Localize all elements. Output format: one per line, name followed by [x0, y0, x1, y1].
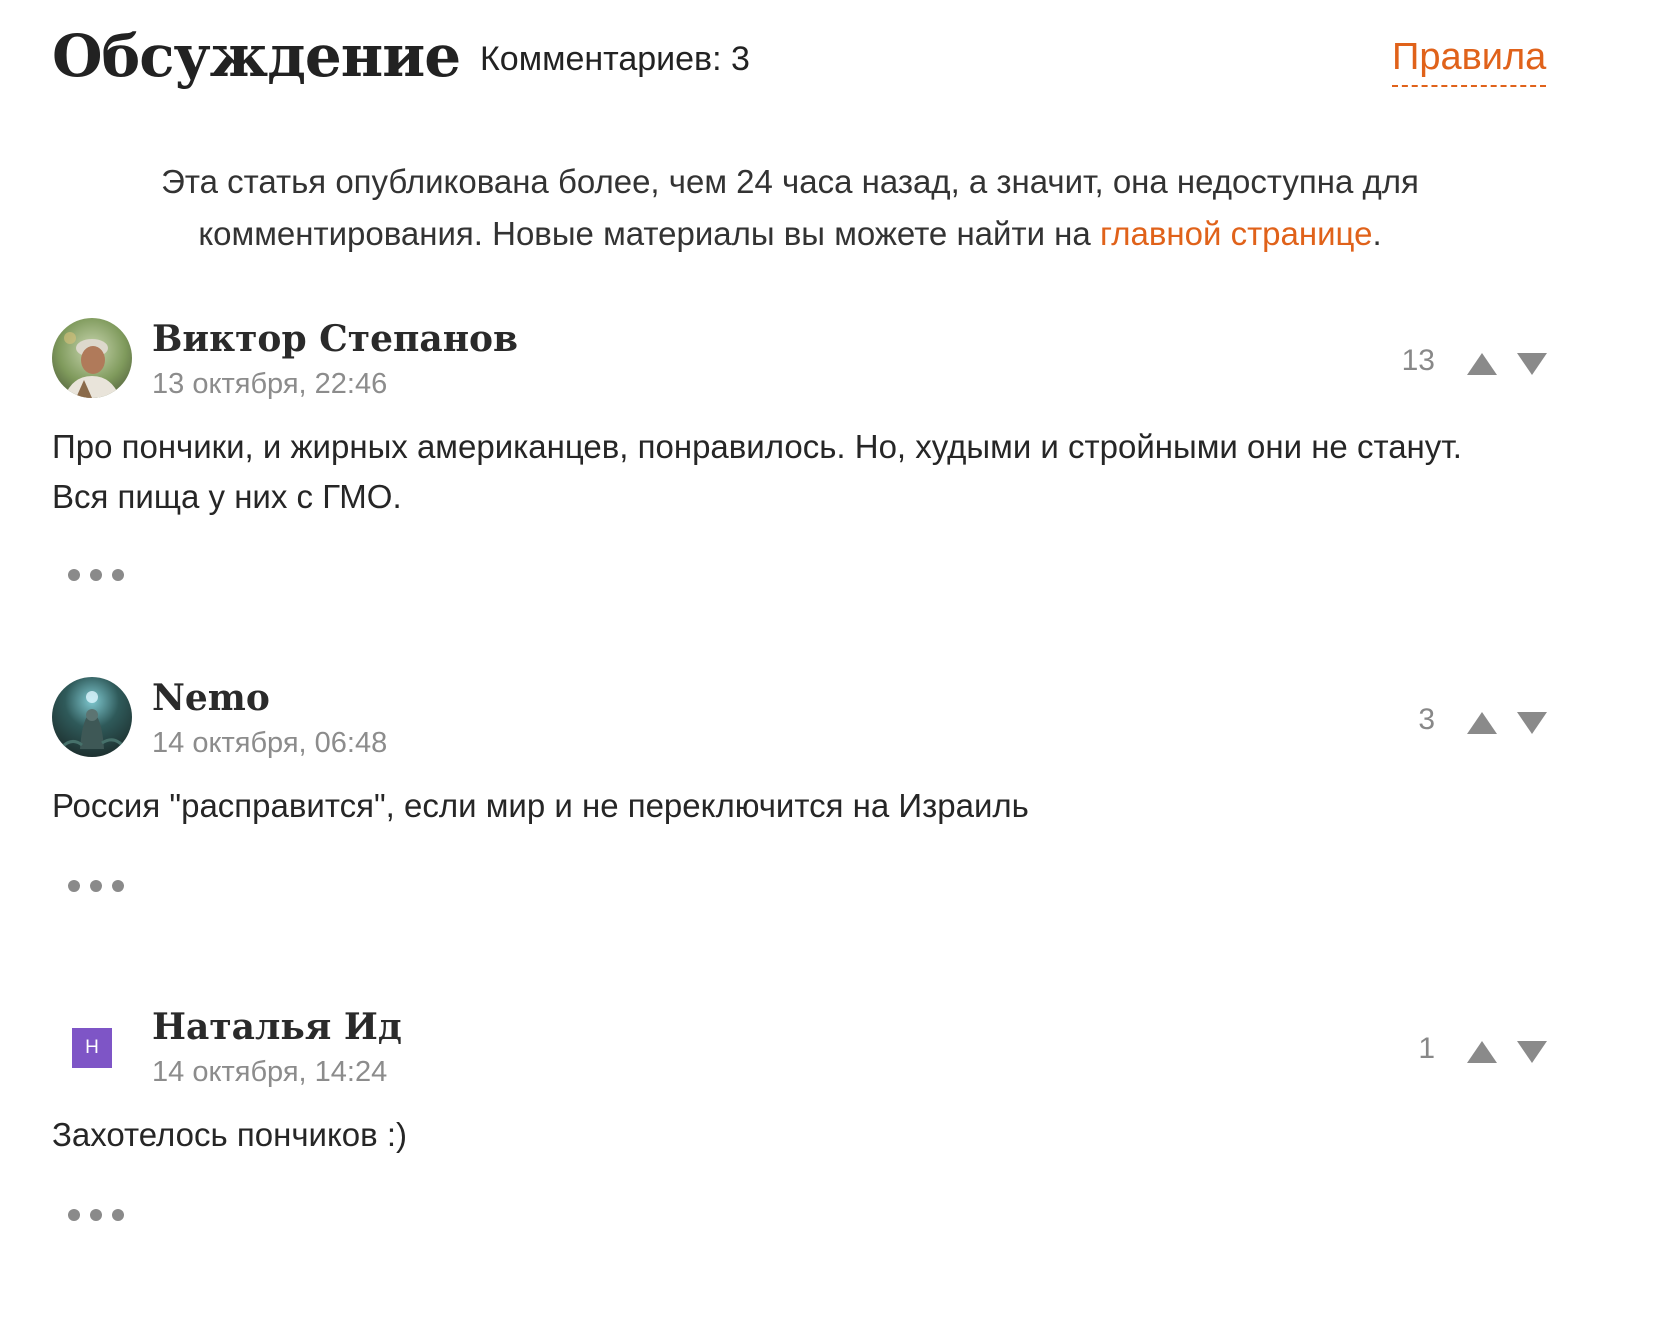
comment: Н Наталья Ид 14 октября, 14:24 1 Захотел… — [52, 1006, 1552, 1246]
triangle-up-icon[interactable] — [1467, 712, 1497, 734]
more-dots-icon[interactable] — [68, 560, 132, 590]
vote-score: 13 — [1401, 344, 1435, 377]
comment: Nemo 14 октября, 06:48 3 Россия "расправ… — [52, 677, 1552, 907]
avatar[interactable] — [52, 677, 132, 757]
comment-text: Захотелось пончиков :) — [52, 1116, 407, 1153]
notice-text-end: . — [1372, 215, 1382, 252]
vote-score: 3 — [1418, 703, 1435, 736]
discussion-header: Обсуждение Комментариев: 3 Правила — [52, 22, 1572, 102]
comment-date: 13 октября, 22:46 — [152, 368, 388, 400]
avatar[interactable]: Н — [52, 1006, 132, 1086]
main-page-link[interactable]: главной странице — [1100, 215, 1373, 252]
comments-count: Комментариев: 3 — [480, 40, 750, 78]
comment-text: Россия "расправится", если мир и не пере… — [52, 787, 1029, 824]
vote-controls: 1 — [1292, 1032, 1552, 1072]
comment: Виктор Степанов 13 октября, 22:46 13 Про… — [52, 318, 1552, 598]
comment-author[interactable]: Виктор Степанов — [152, 318, 518, 360]
user-photo-avatar-icon — [52, 318, 132, 398]
triangle-down-icon[interactable] — [1517, 712, 1547, 734]
vote-controls: 13 — [1292, 344, 1552, 384]
closed-comments-notice: Эта статья опубликована более, чем 24 ча… — [100, 156, 1480, 260]
comment-date: 14 октября, 06:48 — [152, 727, 388, 759]
page-title: Обсуждение — [52, 22, 461, 90]
triangle-down-icon[interactable] — [1517, 353, 1547, 375]
more-dots-icon[interactable] — [68, 871, 132, 901]
vote-controls: 3 — [1292, 703, 1552, 743]
rules-link[interactable]: Правила — [1392, 36, 1547, 87]
avatar-letter: Н — [72, 1028, 112, 1068]
comment-text: Про пончики, и жирных американцев, понра… — [52, 428, 1462, 515]
more-dots-icon[interactable] — [68, 1200, 132, 1230]
vote-score: 1 — [1418, 1032, 1435, 1065]
user-image-avatar-icon — [52, 677, 132, 757]
triangle-down-icon[interactable] — [1517, 1041, 1547, 1063]
avatar[interactable] — [52, 318, 132, 398]
triangle-up-icon[interactable] — [1467, 1041, 1497, 1063]
triangle-up-icon[interactable] — [1467, 353, 1497, 375]
comment-author[interactable]: Nemo — [152, 677, 270, 719]
comment-author[interactable]: Наталья Ид — [152, 1006, 402, 1048]
comment-date: 14 октября, 14:24 — [152, 1056, 388, 1088]
